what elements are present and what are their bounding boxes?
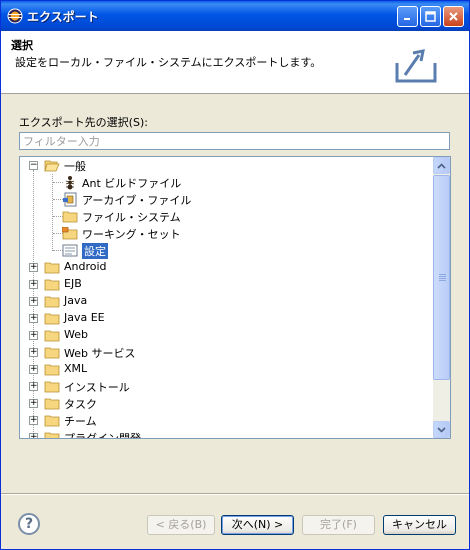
help-icon[interactable]: ? <box>18 513 40 535</box>
expand-toggle[interactable]: + <box>29 314 38 323</box>
tree-item-android[interactable]: + Android <box>20 259 432 276</box>
tree-item-label: プラグイン開発 <box>64 432 141 439</box>
tree-item-label: ワーキング・セット <box>82 228 181 241</box>
tree-item-web-services[interactable]: + Web サービス <box>20 344 432 361</box>
tree-item-label: インストール <box>64 381 130 394</box>
finish-button[interactable]: 完了(F) <box>302 515 375 535</box>
close-button[interactable] <box>443 6 464 27</box>
tree-item-xml[interactable]: + XML <box>20 361 432 378</box>
working-set-icon <box>62 227 78 240</box>
tree-item-label: Ant ビルドファイル <box>82 177 182 190</box>
page-description: 設定をローカル・ファイル・システムにエクスポートします。 <box>15 56 322 69</box>
tree-item-label: アーカイブ・ファイル <box>82 194 192 207</box>
minimize-icon <box>404 18 410 20</box>
ant-icon <box>65 176 75 190</box>
tree-item-label: Web <box>64 328 88 341</box>
expand-toggle[interactable]: + <box>29 365 38 374</box>
export-wizard-tree[interactable]: − 一般 Ant ビルドファイル アーカイブ・ファイル ファイル・システム ワー… <box>19 156 451 439</box>
tree-item-label: 設定 <box>82 243 108 259</box>
tree-item-web[interactable]: + Web <box>20 327 432 344</box>
tree-item-plugin-development[interactable]: + プラグイン開発 <box>20 429 432 439</box>
tree-item-team[interactable]: + チーム <box>20 412 432 429</box>
tree-item-file-system[interactable]: ファイル・システム <box>20 208 432 225</box>
tree-item-label: EJB <box>64 277 82 290</box>
expand-toggle[interactable]: + <box>29 280 38 289</box>
page-title: 選択 <box>11 39 33 52</box>
tree-item-java-ee[interactable]: + Java EE <box>20 310 432 327</box>
maximize-button[interactable] <box>420 6 441 27</box>
back-button[interactable]: < 戻る(B) <box>147 515 215 535</box>
expand-toggle[interactable]: + <box>29 297 38 306</box>
tree-item-label: Android <box>64 260 107 273</box>
tree-item-java[interactable]: + Java <box>20 293 432 310</box>
export-dialog: エクスポート 選択 設定をローカル・ファイル・システムにエクスポートします。 エ… <box>0 0 470 550</box>
next-button[interactable]: 次へ(N) > <box>221 515 294 535</box>
folder-icon <box>62 211 78 223</box>
tree-item-label: タスク <box>64 398 97 411</box>
folder-icon <box>44 296 60 308</box>
scroll-up-button[interactable] <box>433 157 450 174</box>
title-bar[interactable]: エクスポート <box>1 1 469 31</box>
tree-item-label: Java <box>64 294 88 307</box>
preferences-icon <box>62 244 78 257</box>
chevron-down-icon <box>437 426 446 433</box>
export-banner-icon <box>395 49 437 83</box>
folder-icon <box>44 347 60 359</box>
window-title: エクスポート <box>27 10 99 24</box>
destination-label: エクスポート先の選択(S): <box>19 116 148 129</box>
scroll-thumb[interactable] <box>433 175 450 380</box>
tree-vertical-scrollbar[interactable] <box>433 157 450 438</box>
tree-item-label: チーム <box>64 415 97 428</box>
expand-toggle[interactable]: + <box>29 263 38 272</box>
tree-item-install[interactable]: + インストール <box>20 378 432 395</box>
tree-item-preferences[interactable]: 設定 <box>20 242 432 259</box>
collapse-toggle[interactable]: − <box>29 161 38 170</box>
maximize-icon <box>425 11 436 22</box>
cancel-button[interactable]: キャンセル <box>383 515 456 535</box>
expand-toggle[interactable]: + <box>29 331 38 340</box>
tree-item-working-set[interactable]: ワーキング・セット <box>20 225 432 242</box>
folder-icon <box>44 262 60 274</box>
tree-item-label: 一般 <box>64 160 86 173</box>
expand-toggle[interactable]: + <box>29 416 38 425</box>
tree-item-tasks[interactable]: + タスク <box>20 395 432 412</box>
tree-item-label: XML <box>64 362 88 375</box>
tree-item-label: Java EE <box>64 311 105 324</box>
expand-toggle[interactable]: + <box>29 433 38 438</box>
expand-toggle[interactable]: + <box>29 399 38 408</box>
folder-icon <box>44 415 60 427</box>
filter-input[interactable] <box>19 132 450 150</box>
tree-item-label: Web サービス <box>64 347 136 360</box>
folder-icon <box>44 330 60 342</box>
footer-divider <box>1 493 469 495</box>
folder-icon <box>44 364 60 376</box>
tree-item-ant-build-file[interactable]: Ant ビルドファイル <box>20 174 432 191</box>
close-icon <box>449 12 458 21</box>
folder-icon <box>44 313 60 325</box>
folder-icon <box>44 432 60 438</box>
folder-icon <box>44 398 60 410</box>
scroll-down-button[interactable] <box>433 421 450 438</box>
archive-icon <box>63 192 77 207</box>
folder-icon <box>44 279 60 291</box>
expand-toggle[interactable]: + <box>29 382 38 391</box>
minimize-button[interactable] <box>397 6 418 27</box>
expand-toggle[interactable]: + <box>29 348 38 357</box>
eclipse-app-icon <box>7 8 23 24</box>
tree-item-ejb[interactable]: + EJB <box>20 276 432 293</box>
chevron-up-icon <box>437 162 446 169</box>
tree-item-general[interactable]: − 一般 <box>20 157 432 174</box>
tree-item-archive-file[interactable]: アーカイブ・ファイル <box>20 191 432 208</box>
tree-item-label: ファイル・システム <box>82 211 181 224</box>
wizard-header: 選択 設定をローカル・ファイル・システムにエクスポートします。 <box>1 31 469 94</box>
folder-open-icon <box>44 160 60 172</box>
folder-icon <box>44 381 60 393</box>
